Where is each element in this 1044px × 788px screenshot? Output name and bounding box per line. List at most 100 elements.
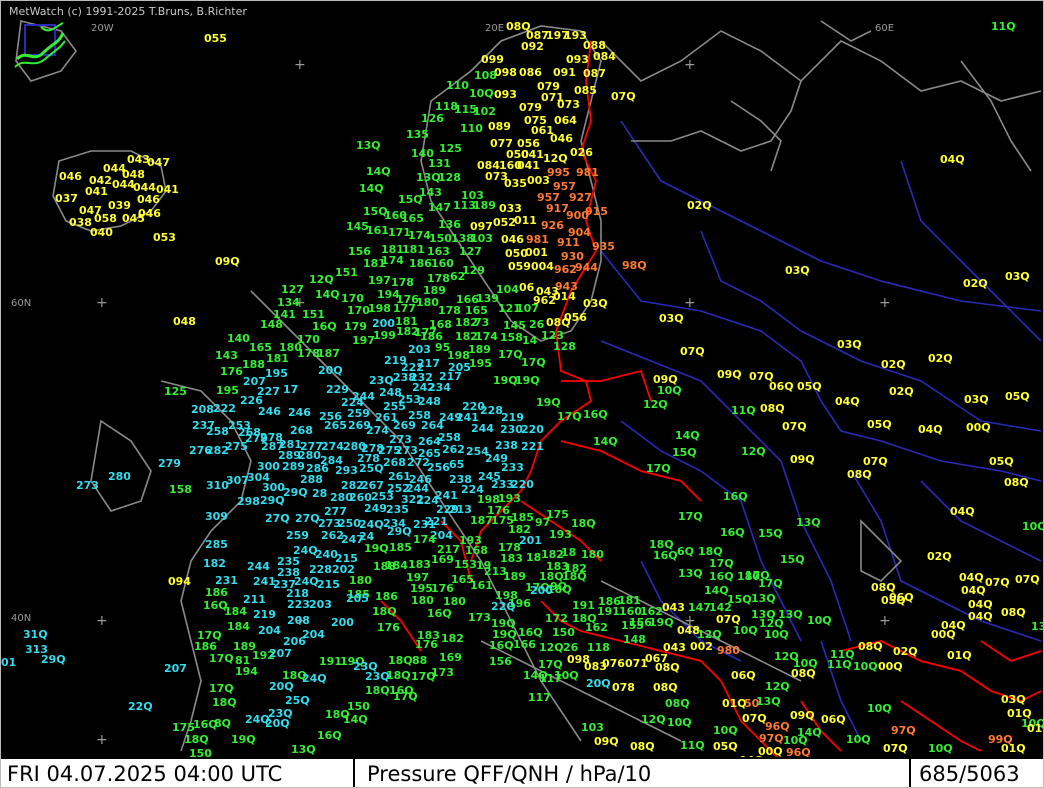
station-value: 97Q (759, 732, 784, 745)
station-value: 04Q (835, 395, 860, 408)
station-value: 001 (525, 246, 548, 259)
station-value: 233 (501, 461, 524, 474)
station-value: 26 (563, 641, 579, 654)
station-value: 20Q (265, 717, 290, 730)
station-value: 02Q (881, 358, 906, 371)
station-value: 177 (393, 302, 416, 315)
station-value: 217 (417, 357, 440, 370)
station-value: 097 (470, 220, 493, 233)
station-value: 288 (300, 473, 323, 486)
station-value: 174 (381, 254, 404, 267)
station-value: 03Q (785, 264, 810, 277)
station-value: 289 (282, 460, 305, 473)
station-value: 244 (471, 422, 494, 435)
station-value: 166 (513, 638, 536, 651)
status-divider (353, 759, 355, 787)
station-value: 16Q (312, 320, 337, 333)
station-value: 246 (288, 406, 311, 419)
station-value: 014 (553, 290, 576, 303)
station-value: 258 (206, 425, 229, 438)
station-value: 10Q (783, 734, 808, 747)
station-value: 185 (389, 541, 412, 554)
station-value: 02Q (893, 645, 918, 658)
station-value: 274 (321, 440, 344, 453)
station-value: 285 (205, 538, 228, 551)
station-value: 981 (526, 233, 549, 246)
station-value: 97Q (891, 724, 916, 737)
station-value: 962 (554, 263, 577, 276)
station-value: 158 (169, 483, 192, 496)
station-value: 16Q (518, 626, 543, 639)
station-value: 140 (227, 332, 250, 345)
station-value: 13Q (751, 592, 776, 605)
station-value: 174 (475, 330, 498, 343)
station-value: 046 (59, 170, 82, 183)
station-value: 10Q (657, 384, 682, 397)
station-value: 201 (519, 534, 542, 547)
grid-cross: + (879, 613, 891, 629)
station-value: 19Q (515, 374, 540, 387)
station-value: 099 (481, 53, 504, 66)
station-value: 258 (438, 431, 461, 444)
station-value: 041 (517, 159, 540, 172)
station-value: 14Q (704, 584, 729, 597)
station-value: 135 (406, 128, 429, 141)
station-value: 079 (519, 101, 542, 114)
status-divider (909, 759, 911, 787)
station-value: 170 (347, 304, 370, 317)
station-value: 10Q (554, 669, 579, 682)
station-value: 07Q (985, 576, 1010, 589)
station-value: 10Q (667, 716, 692, 729)
station-value: 231 (215, 574, 238, 587)
station-value: 223 (287, 598, 310, 611)
station-value: 180 (443, 595, 466, 608)
station-value: 08Q (655, 661, 680, 674)
station-value: 16Q (720, 526, 745, 539)
station-value: 04Q (968, 610, 993, 623)
station-value: 176 (220, 365, 243, 378)
station-value: 156 (348, 245, 371, 258)
station-value: 046 (501, 233, 524, 246)
station-value: 200 (372, 317, 395, 330)
station-value: 98Q (622, 259, 647, 272)
station-value: 178 (391, 276, 414, 289)
station-value: 6Q (677, 545, 695, 558)
station-value: 08Q (1001, 606, 1026, 619)
station-value: 27Q (265, 512, 290, 525)
station-value: 17Q (678, 510, 703, 523)
station-value: 10Q (928, 742, 953, 755)
station-value: 11Q (991, 20, 1016, 33)
station-value: 08Q (653, 681, 678, 694)
station-value: 150 (429, 232, 452, 245)
station-value: 229 (326, 383, 349, 396)
station-value: 03Q (1001, 693, 1026, 706)
station-value: 189 (473, 199, 496, 212)
station-value: 927 (569, 191, 592, 204)
station-value: 084 (593, 50, 616, 63)
station-value: 139 (476, 292, 499, 305)
station-value: 058 (94, 212, 117, 225)
station-value: 08Q (1004, 476, 1029, 489)
station-value: 03Q (659, 312, 684, 325)
station-value: 09Q (215, 255, 240, 268)
station-value: 185 (511, 511, 534, 524)
datetime-label: FRI 04.07.2025 04:00 UTC (7, 762, 283, 786)
station-value: 189 (423, 284, 446, 297)
station-value: 203 (408, 343, 431, 356)
station-value: 00Q (878, 660, 903, 673)
station-value: 10Q (1022, 520, 1043, 533)
station-value: 300 (262, 481, 285, 494)
station-value: 125 (164, 385, 187, 398)
station-value: 282 (206, 444, 229, 457)
station-value: 269 (393, 419, 416, 432)
station-value: 208 (191, 403, 214, 416)
station-value: 207 (164, 662, 187, 675)
station-value: 160 (431, 257, 454, 270)
station-value: 211 (243, 593, 266, 606)
station-value: 178 (427, 272, 450, 285)
station-value: 174 (413, 533, 436, 546)
station-value: 280 (108, 470, 131, 483)
station-value: 02Q (963, 277, 988, 290)
station-value: 193 (498, 492, 521, 505)
station-value: 980 (717, 644, 740, 657)
